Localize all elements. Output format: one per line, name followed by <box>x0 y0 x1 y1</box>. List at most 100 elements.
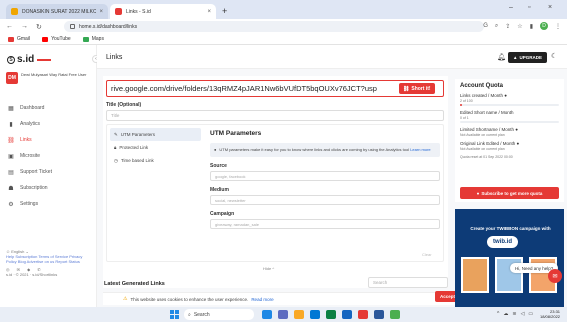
minimize-icon[interactable]: – <box>509 4 513 11</box>
footer-links[interactable]: Help Subscription Terms of Service Priva… <box>6 254 92 264</box>
battery-icon[interactable]: ▭ <box>528 311 533 317</box>
sidebar-item-label: Subscription <box>20 185 48 191</box>
short-it-button[interactable]: ⛓ Short it! <box>399 83 435 94</box>
lock-icon: 🔒︎ <box>114 145 117 150</box>
task-view-icon[interactable] <box>262 310 272 319</box>
logo-underline <box>37 58 52 61</box>
taskbar-clock[interactable]: 23:31 18/08/2022 <box>540 309 560 319</box>
close-window-icon[interactable]: × <box>548 4 552 11</box>
dark-mode-icon[interactable]: ☾ <box>551 52 557 60</box>
bookmark-gmail[interactable]: Gmail <box>8 36 30 42</box>
store-icon[interactable] <box>326 310 336 319</box>
user-name: Dewi Mulyasari Way Ratai Free User <box>21 72 87 77</box>
sidebar-item-settings[interactable]: ⚙ Settings <box>0 196 97 212</box>
hide-toggle[interactable]: Hide ^ <box>263 266 274 271</box>
wifi-icon[interactable]: ≋ <box>512 311 516 317</box>
links-search-input[interactable]: Search <box>368 277 448 288</box>
quota-value: Not Available on current plan <box>460 133 505 137</box>
menu-dots-icon[interactable]: ⋮ <box>555 23 561 30</box>
chrome-icon[interactable] <box>390 310 400 319</box>
tag-icon: ✎ <box>114 131 118 137</box>
quota-row: Edited Short name / Month 0 of 1 <box>460 110 559 123</box>
close-tab-icon[interactable]: × <box>99 9 103 15</box>
quota-value: 2 of 100 <box>460 99 473 103</box>
clock-icon: ◷ <box>114 157 118 163</box>
bookmark-maps[interactable]: Maps <box>82 36 104 42</box>
utm-info-box: ● UTM parameters make it easy for you to… <box>210 143 440 157</box>
quota-value: Not Available on current plan <box>460 147 505 151</box>
chevron-up-icon[interactable]: ^ <box>497 311 499 317</box>
bookmark-label: YouTube <box>51 36 71 42</box>
quota-label: Original Link Edited / Month ● <box>460 141 520 146</box>
tab-favicon-icon <box>11 8 18 15</box>
sidebar-item-microsite[interactable]: ▣ Microsite <box>0 148 97 164</box>
file-explorer-icon[interactable] <box>294 310 304 319</box>
app-icon[interactable] <box>358 310 368 319</box>
sidebar-item-analytics[interactable]: ▮ Analytics <box>0 116 97 132</box>
cookie-text: This website uses cookies to enhance the… <box>130 296 249 302</box>
taskbar-search[interactable]: ⌕ Search <box>184 309 254 320</box>
widgets-icon[interactable] <box>278 310 288 319</box>
tab-utm-parameters[interactable]: ✎ UTM Parameters <box>110 128 201 141</box>
dashboard-icon: ▦ <box>8 105 14 112</box>
title-input[interactable]: Title <box>106 110 444 121</box>
twibbon-promo-banner[interactable]: Create your TWIBBON campaign with twib.i… <box>455 209 564 307</box>
source-input[interactable]: google, facebook <box>210 171 440 181</box>
word-icon[interactable] <box>374 310 384 319</box>
share-icon[interactable]: ⇪ <box>505 23 510 30</box>
options-tabs: ✎ UTM Parameters 🔒︎ Protected Link ◷ Tim… <box>110 128 201 167</box>
quota-label: Limited Shortname / Month ● <box>460 127 519 132</box>
sidebar-item-support[interactable]: ▤ Support Ticket <box>0 164 97 180</box>
zoom-icon[interactable]: ⌕ <box>495 23 498 30</box>
star-icon[interactable]: ☆ <box>517 23 522 30</box>
sidebar-item-dashboard[interactable]: ▦ Dashboard <box>0 100 97 116</box>
browser-tab-2[interactable]: Links - S.id × <box>110 4 216 19</box>
chat-icon[interactable]: ✉ <box>548 269 562 283</box>
edge-icon[interactable] <box>310 310 320 319</box>
new-tab-button[interactable]: + <box>222 6 227 16</box>
url-input[interactable]: home.s.id/dashboard/links <box>64 21 484 32</box>
sidepanel-icon[interactable]: ▮ <box>530 23 533 30</box>
subscribe-button[interactable]: ● Subscribe to get more quota <box>460 187 559 199</box>
quota-progress-bar <box>460 121 559 123</box>
sid-logo[interactable]: S s.id <box>7 54 52 65</box>
maps-icon <box>82 36 89 42</box>
medium-input[interactable]: social, newsletter <box>210 195 440 205</box>
forward-icon[interactable]: → <box>21 23 28 30</box>
analytics-icon: ▮ <box>9 121 13 128</box>
close-tab-icon[interactable]: × <box>207 9 211 15</box>
info-icon: ● <box>214 146 217 152</box>
url-text: home.s.id/dashboard/links <box>79 23 138 30</box>
campaign-input[interactable]: giveaway, ramadan_sale <box>210 219 440 229</box>
reload-icon[interactable]: ↻ <box>36 23 42 31</box>
tab-protected-link[interactable]: 🔒︎ Protected Link <box>110 141 201 154</box>
read-more-link[interactable]: Read more <box>251 297 273 302</box>
windows-start-icon[interactable] <box>170 310 179 319</box>
learn-more-link[interactable]: Learn more <box>410 147 430 152</box>
bell-icon[interactable]: 🔔︎ <box>497 53 506 61</box>
volume-icon[interactable]: ◁ <box>521 311 525 317</box>
options-panel: ✎ UTM Parameters 🔒︎ Protected Link ◷ Tim… <box>106 124 444 262</box>
upgrade-button[interactable]: ▲ UPGRADE <box>508 52 547 63</box>
user-box[interactable]: DM Dewi Mulyasari Way Ratai Free User <box>6 72 92 84</box>
maximize-icon[interactable]: ▫ <box>528 4 530 11</box>
gmail-icon <box>8 36 14 42</box>
twibid-logo: twib.id <box>487 236 518 248</box>
sidebar-item-subscription[interactable]: ☗ Subscription <box>0 180 97 196</box>
google-icon[interactable]: G <box>483 23 488 29</box>
profile-avatar[interactable]: D <box>540 22 548 30</box>
long-url-input[interactable]: rive.google.com/drive/folders/13qRMZ4pJA… <box>106 80 444 97</box>
subscription-icon: ☗ <box>8 185 14 192</box>
tab-time-based-link[interactable]: ◷ Time based Link <box>110 154 201 167</box>
cloud-icon[interactable]: ☁ <box>503 311 508 317</box>
clear-button[interactable]: Clear <box>422 252 432 257</box>
sidebar: S s.id DM Dewi Mulyasari Way Ratai Free … <box>0 45 97 307</box>
sidebar-item-links[interactable]: ⛓ Links <box>0 132 97 148</box>
tab-title: DONASIKIN SURAT 2022 MILKC <box>22 8 97 15</box>
bookmark-youtube[interactable]: YouTube <box>42 36 71 42</box>
mail-icon[interactable] <box>342 310 352 319</box>
browser-tab-1[interactable]: DONASIKIN SURAT 2022 MILKC × <box>6 4 108 19</box>
copyright: s.id · © 2021 · s.id/Shortlinks <box>6 272 58 277</box>
quota-label: Edited Short name / Month <box>460 110 514 115</box>
back-icon[interactable]: ← <box>6 23 13 30</box>
